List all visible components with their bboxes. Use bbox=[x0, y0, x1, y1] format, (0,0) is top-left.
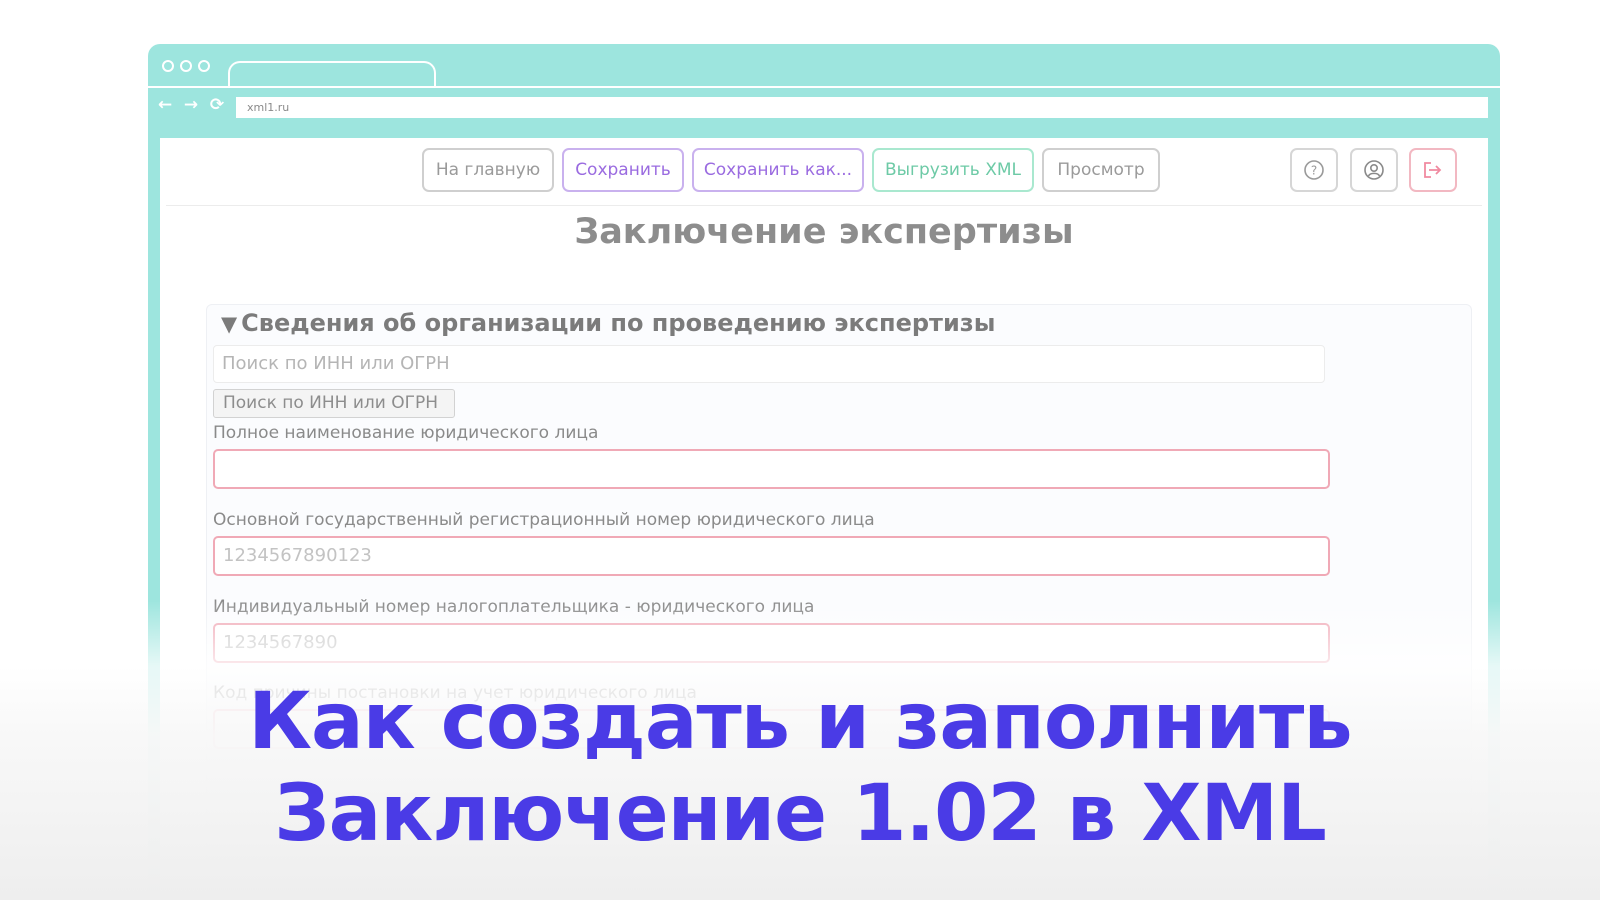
ogrn-input[interactable]: 1234567890123 bbox=[213, 536, 1330, 576]
inn-ogrn-search-input[interactable]: Поиск по ИНН или ОГРН bbox=[213, 345, 1325, 383]
inn-ogrn-search-button[interactable]: Поиск по ИНН или ОГРН bbox=[213, 389, 455, 418]
browser-tab[interactable] bbox=[228, 61, 436, 88]
profile-button[interactable] bbox=[1350, 148, 1398, 192]
window-dot-maximize[interactable] bbox=[198, 60, 210, 72]
page-title: Заключение экспертизы bbox=[574, 212, 1074, 252]
inn-input[interactable]: 1234567890 bbox=[213, 623, 1330, 663]
browser-nav: ← → ⟳ bbox=[156, 96, 226, 114]
window-dot-minimize[interactable] bbox=[180, 60, 192, 72]
collapse-triangle-icon[interactable]: ▼ bbox=[221, 312, 237, 336]
field-label-ogrn: Основной государственный регистрационный… bbox=[213, 510, 875, 530]
save-as-button[interactable]: Сохранить как... bbox=[692, 148, 864, 192]
preview-button[interactable]: Просмотр bbox=[1042, 148, 1160, 192]
window-controls bbox=[162, 60, 210, 72]
field-label-full-name: Полное наименование юридического лица bbox=[213, 423, 599, 443]
overlay-headline: Как создать и заполнить Заключение 1.02 … bbox=[0, 676, 1600, 860]
logout-icon bbox=[1424, 162, 1442, 178]
save-button[interactable]: Сохранить bbox=[562, 148, 684, 192]
section-header[interactable]: ▼ Сведения об организации по проведению э… bbox=[221, 309, 995, 337]
home-button[interactable]: На главную bbox=[422, 148, 554, 192]
help-button[interactable]: ? bbox=[1290, 148, 1338, 192]
top-toolbar: На главную Сохранить Сохранить как... Вы… bbox=[166, 138, 1482, 206]
export-xml-button[interactable]: Выгрузить XML bbox=[872, 148, 1034, 192]
tab-divider bbox=[148, 86, 1500, 88]
svg-text:?: ? bbox=[1311, 164, 1317, 178]
headline-line-1: Как создать и заполнить bbox=[248, 677, 1352, 767]
forward-arrow-icon[interactable]: → bbox=[182, 96, 200, 114]
logout-button[interactable] bbox=[1409, 148, 1457, 192]
help-icon: ? bbox=[1304, 160, 1324, 180]
back-arrow-icon[interactable]: ← bbox=[156, 96, 174, 114]
user-icon bbox=[1364, 160, 1384, 180]
window-dot-close[interactable] bbox=[162, 60, 174, 72]
reload-icon[interactable]: ⟳ bbox=[208, 96, 226, 114]
full-name-input[interactable] bbox=[213, 449, 1330, 489]
headline-line-2: Заключение 1.02 в XML bbox=[274, 769, 1327, 859]
section-title: Сведения об организации по проведению эк… bbox=[241, 309, 996, 337]
field-label-inn: Индивидуальный номер налогоплательщика -… bbox=[213, 597, 815, 617]
address-bar[interactable]: xml1.ru bbox=[236, 97, 1488, 118]
